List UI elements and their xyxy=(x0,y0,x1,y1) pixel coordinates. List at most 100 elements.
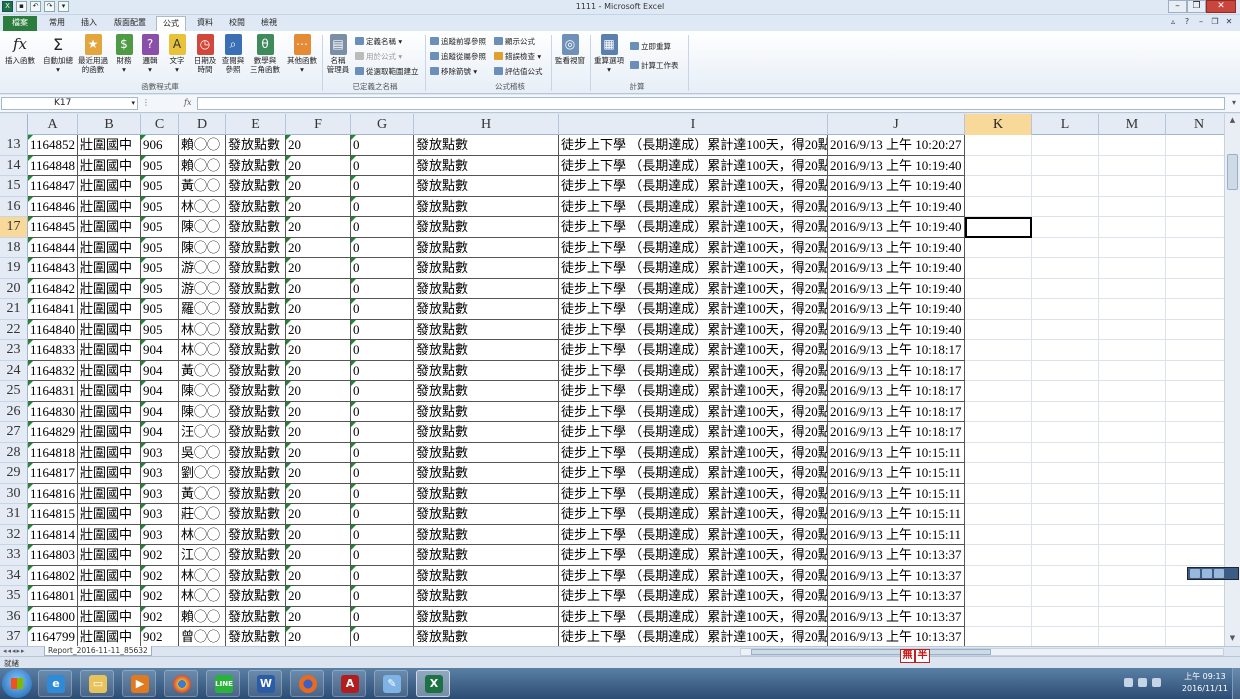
name-box[interactable]: K17 ▾ xyxy=(1,97,138,110)
cell-b[interactable]: 壯圍國中 xyxy=(78,155,141,176)
cell-empty[interactable] xyxy=(1166,586,1224,607)
cell-b[interactable]: 壯圍國中 xyxy=(78,606,141,627)
cell-e[interactable]: 發放點數 xyxy=(226,586,286,607)
cell-j[interactable]: 2016/9/13 上午 10:18:17 xyxy=(828,381,965,402)
cell-c[interactable]: 905 xyxy=(141,319,179,340)
row-header[interactable]: 32 xyxy=(0,524,28,545)
cell-i[interactable]: 徒步上下學 （長期達成）累計達100天，得20點 xyxy=(559,278,828,299)
cell-empty[interactable] xyxy=(965,155,1032,176)
cell-a[interactable]: 1164831 xyxy=(28,381,78,402)
cell-empty[interactable] xyxy=(1099,422,1166,443)
cell-a[interactable]: 1164845 xyxy=(28,217,78,238)
cell-b[interactable]: 壯圍國中 xyxy=(78,401,141,422)
cell-a[interactable]: 1164841 xyxy=(28,299,78,320)
cell-empty[interactable] xyxy=(1099,504,1166,525)
cell-d[interactable]: 陳◯◯ xyxy=(179,381,226,402)
tab-data[interactable]: 資料 xyxy=(192,16,218,31)
tab-page-layout[interactable]: 版面配置 xyxy=(110,16,150,31)
cell-empty[interactable] xyxy=(1032,381,1099,402)
cell-b[interactable]: 壯圍國中 xyxy=(78,586,141,607)
row-header[interactable]: 23 xyxy=(0,340,28,361)
cell-empty[interactable] xyxy=(965,196,1032,217)
cell-h[interactable]: 發放點數 xyxy=(414,196,559,217)
column-header-0[interactable]: A xyxy=(28,114,78,135)
taskbar-excel[interactable]: X xyxy=(416,670,450,697)
cell-empty[interactable] xyxy=(965,135,1032,156)
cell-g[interactable]: 0 xyxy=(351,586,414,607)
row-header[interactable]: 33 xyxy=(0,545,28,566)
cell-a[interactable]: 1164843 xyxy=(28,258,78,279)
cell-j[interactable]: 2016/9/13 上午 10:13:37 xyxy=(828,586,965,607)
cell-empty[interactable] xyxy=(1166,135,1224,156)
cell-f[interactable]: 20 xyxy=(286,258,351,279)
cell-e[interactable]: 發放點數 xyxy=(226,504,286,525)
cell-c[interactable]: 905 xyxy=(141,299,179,320)
cell-f[interactable]: 20 xyxy=(286,135,351,156)
vertical-scroll-thumb[interactable] xyxy=(1227,154,1238,190)
cell-j[interactable]: 2016/9/13 上午 10:15:11 xyxy=(828,442,965,463)
column-header-12[interactable]: M xyxy=(1099,114,1166,135)
cell-empty[interactable] xyxy=(1166,176,1224,197)
cell-j[interactable]: 2016/9/13 上午 10:15:11 xyxy=(828,504,965,525)
cell-empty[interactable] xyxy=(1166,463,1224,484)
cell-f[interactable]: 20 xyxy=(286,176,351,197)
calc-now-button[interactable]: 立即重算 xyxy=(630,42,671,52)
taskbar-word[interactable]: W xyxy=(248,670,282,697)
cell-i[interactable]: 徒步上下學 （長期達成）累計達100天，得20點 xyxy=(559,606,828,627)
cell-e[interactable]: 發放點數 xyxy=(226,463,286,484)
cell-e[interactable]: 發放點數 xyxy=(226,565,286,586)
cell-b[interactable]: 壯圍國中 xyxy=(78,258,141,279)
cell-a[interactable]: 1164848 xyxy=(28,155,78,176)
close-button[interactable]: ✕ xyxy=(1206,0,1236,13)
cell-empty[interactable] xyxy=(1099,360,1166,381)
column-header-6[interactable]: G xyxy=(351,114,414,135)
row-header[interactable]: 25 xyxy=(0,381,28,402)
cell-j[interactable]: 2016/9/13 上午 10:19:40 xyxy=(828,196,965,217)
cell-d[interactable]: 黃◯◯ xyxy=(179,176,226,197)
cell-empty[interactable] xyxy=(1032,237,1099,258)
column-header-4[interactable]: E xyxy=(226,114,286,135)
cell-h[interactable]: 發放點數 xyxy=(414,155,559,176)
cell-a[interactable]: 1164817 xyxy=(28,463,78,484)
cell-f[interactable]: 20 xyxy=(286,319,351,340)
cell-h[interactable]: 發放點數 xyxy=(414,504,559,525)
cell-empty[interactable] xyxy=(965,299,1032,320)
error-checking-button[interactable]: 錯誤檢查 ▾ xyxy=(494,52,541,62)
cell-e[interactable]: 發放點數 xyxy=(226,278,286,299)
select-all-corner[interactable] xyxy=(0,114,28,135)
cell-j[interactable]: 2016/9/13 上午 10:19:40 xyxy=(828,258,965,279)
formula-input[interactable] xyxy=(197,97,1225,110)
cell-a[interactable]: 1164818 xyxy=(28,442,78,463)
cell-g[interactable]: 0 xyxy=(351,196,414,217)
cell-g[interactable]: 0 xyxy=(351,627,414,646)
cell-h[interactable]: 發放點數 xyxy=(414,340,559,361)
cell-f[interactable]: 20 xyxy=(286,586,351,607)
cell-f[interactable]: 20 xyxy=(286,278,351,299)
column-header-5[interactable]: F xyxy=(286,114,351,135)
cell-empty[interactable] xyxy=(965,381,1032,402)
logical-button[interactable]: ? 邏輯 ▾ xyxy=(138,34,162,74)
cell-c[interactable]: 902 xyxy=(141,606,179,627)
cell-c[interactable]: 902 xyxy=(141,586,179,607)
cell-j[interactable]: 2016/9/13 上午 10:19:40 xyxy=(828,155,965,176)
cell-empty[interactable] xyxy=(1099,606,1166,627)
cell-c[interactable]: 905 xyxy=(141,155,179,176)
cell-h[interactable]: 發放點數 xyxy=(414,217,559,238)
cell-i[interactable]: 徒步上下學 （長期達成）累計達100天，得20點 xyxy=(559,258,828,279)
cell-j[interactable]: 2016/9/13 上午 10:18:17 xyxy=(828,340,965,361)
cell-f[interactable]: 20 xyxy=(286,340,351,361)
cell-b[interactable]: 壯圍國中 xyxy=(78,627,141,646)
cell-empty[interactable] xyxy=(1166,402,1224,422)
cell-e[interactable]: 發放點數 xyxy=(226,155,286,176)
cell-j[interactable]: 2016/9/13 上午 10:15:11 xyxy=(828,483,965,504)
row-header[interactable]: 26 xyxy=(0,401,28,422)
cell-i[interactable]: 徒步上下學 （長期達成）累計達100天，得20點 xyxy=(559,422,828,443)
workbook-restore-icon[interactable]: ❐ xyxy=(1210,17,1220,27)
cell-empty[interactable] xyxy=(1032,155,1099,176)
cell-b[interactable]: 壯圍國中 xyxy=(78,196,141,217)
tab-view[interactable]: 檢視 xyxy=(256,16,282,31)
cell-empty[interactable] xyxy=(1032,196,1099,217)
calc-options-button[interactable]: ▦ 重算選項 ▾ xyxy=(592,34,626,74)
cell-b[interactable]: 壯圍國中 xyxy=(78,237,141,258)
autosum-button[interactable]: Σ 自動加總 ▾ xyxy=(42,34,74,74)
